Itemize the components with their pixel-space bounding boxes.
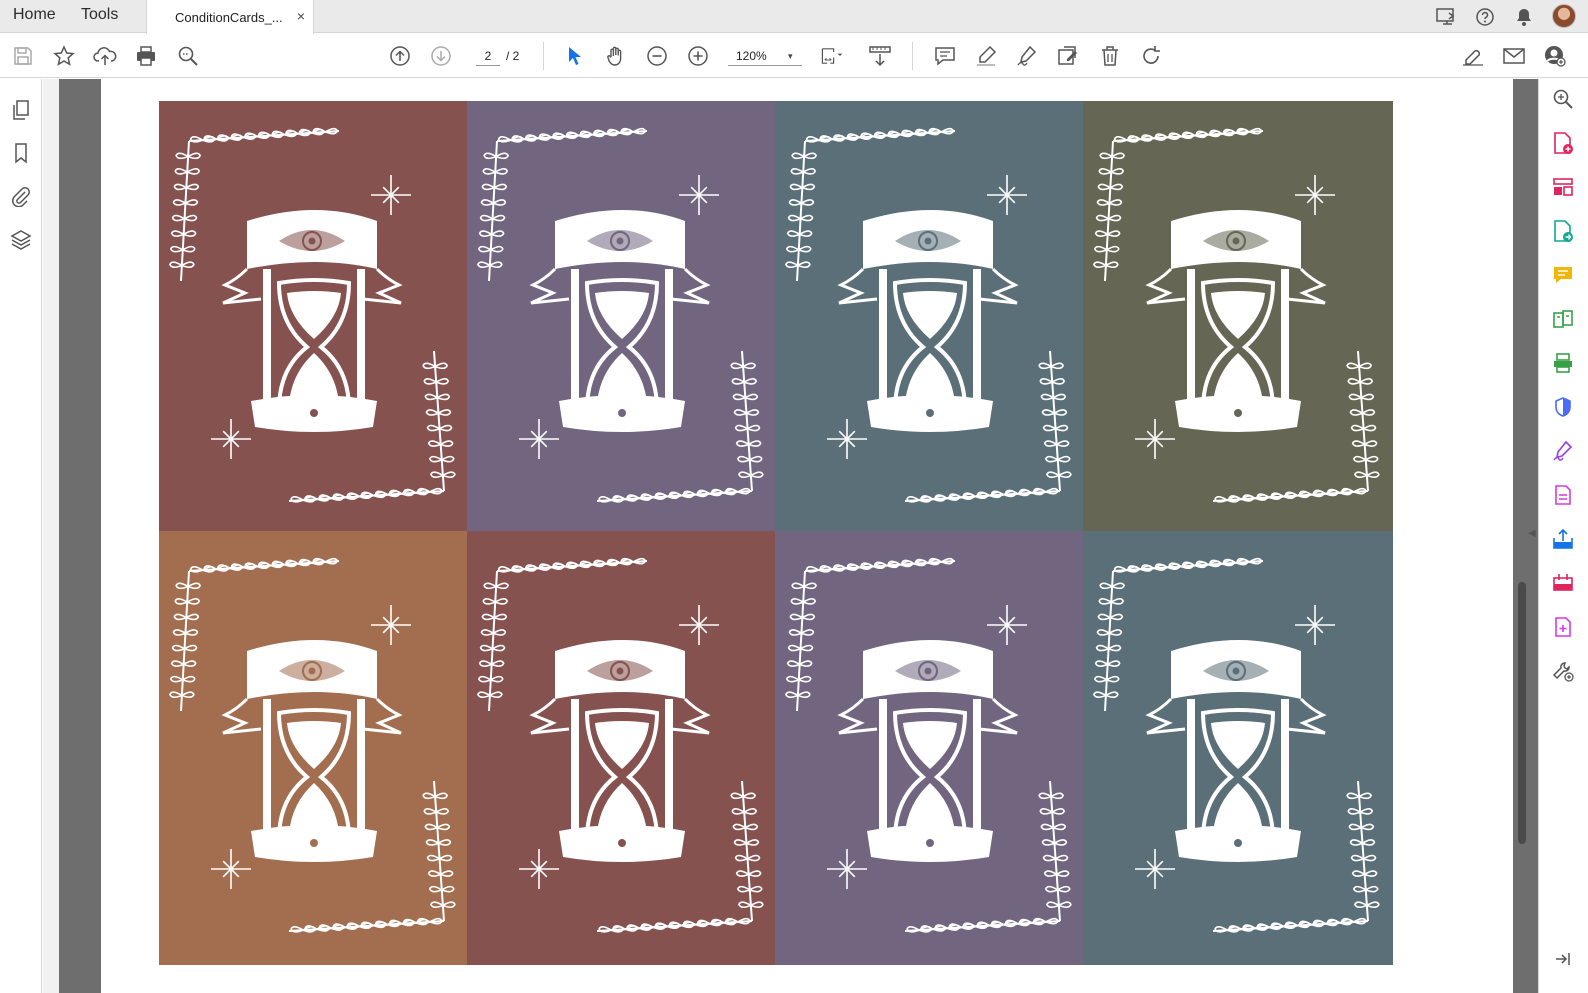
hourglass-eye-illustration <box>159 531 469 965</box>
top-tab-bar: Home Tools ConditionCards_... × <box>0 0 1588 34</box>
hourglass-eye-illustration <box>467 101 777 535</box>
tools-tab[interactable]: Tools <box>81 6 118 24</box>
main-toolbar: 2 / 2 120% ▾ <box>0 34 1588 78</box>
document-tab-label: ConditionCards_... <box>175 10 283 25</box>
export-pdf-icon[interactable] <box>1551 219 1575 243</box>
zoom-in-icon[interactable] <box>686 44 710 68</box>
account-icon[interactable] <box>1543 44 1567 68</box>
document-viewport[interactable] <box>43 79 1538 993</box>
condition-card <box>467 101 777 535</box>
condition-card <box>159 531 469 965</box>
pages-icon[interactable] <box>10 99 32 121</box>
document-tab[interactable]: ConditionCards_... × <box>146 0 314 34</box>
find-icon[interactable] <box>176 44 200 68</box>
sign-icon[interactable] <box>1015 44 1039 68</box>
bookmark-icon[interactable] <box>10 142 32 164</box>
page-down-icon[interactable] <box>429 44 453 68</box>
page-up-icon[interactable] <box>388 44 412 68</box>
zoom-dropdown-caret[interactable]: ▾ <box>788 46 793 66</box>
hourglass-eye-illustration <box>775 101 1085 535</box>
edit-pdf-tool-icon[interactable] <box>1551 483 1575 507</box>
bell-icon[interactable] <box>1513 6 1535 28</box>
left-navigation-rail <box>0 79 42 993</box>
save-icon[interactable] <box>11 44 35 68</box>
combine-icon[interactable] <box>1551 571 1575 595</box>
scrollbar-thumb[interactable] <box>1518 582 1526 844</box>
hourglass-eye-illustration <box>159 101 469 535</box>
hourglass-eye-illustration <box>1083 531 1393 965</box>
hand-icon[interactable] <box>604 44 628 68</box>
condition-card <box>159 101 469 535</box>
toolbar-divider <box>912 42 913 70</box>
left-panel-gutter <box>43 79 59 993</box>
page-total: / 2 <box>506 49 520 63</box>
cloud-upload-icon[interactable] <box>93 44 117 68</box>
delete-icon[interactable] <box>1098 44 1122 68</box>
edit-pdf-icon[interactable] <box>1056 44 1080 68</box>
acrobat-window: Home Tools ConditionCards_... × 2 / 2 12… <box>0 0 1588 993</box>
share-screen-icon[interactable] <box>1435 6 1457 28</box>
scan-icon[interactable] <box>1551 351 1575 375</box>
condition-card <box>467 531 777 965</box>
condition-card <box>1083 531 1393 965</box>
fill-sign-icon[interactable] <box>1551 439 1575 463</box>
attachment-icon[interactable] <box>10 185 32 207</box>
search-tools-icon[interactable] <box>1551 87 1575 111</box>
page-number-input[interactable]: 2 <box>476 46 500 66</box>
highlight-icon[interactable] <box>974 44 998 68</box>
comment-icon[interactable] <box>933 44 957 68</box>
more-tools-icon[interactable] <box>1551 615 1575 639</box>
hourglass-eye-illustration <box>1083 101 1393 535</box>
zoom-out-icon[interactable] <box>645 44 669 68</box>
toolbar-divider <box>543 42 544 70</box>
email-icon[interactable] <box>1502 44 1526 68</box>
compare-icon[interactable] <box>1551 307 1575 331</box>
right-tools-panel <box>1538 79 1588 993</box>
user-avatar[interactable] <box>1552 4 1576 28</box>
layers-icon[interactable] <box>10 229 32 251</box>
select-arrow-icon[interactable] <box>562 44 586 68</box>
hourglass-eye-illustration <box>467 531 777 965</box>
sign-share-icon[interactable] <box>1461 44 1485 68</box>
rotate-icon[interactable] <box>1139 44 1163 68</box>
organize-pages-icon[interactable] <box>1551 175 1575 199</box>
collapse-panel-icon[interactable] <box>1551 947 1575 971</box>
star-icon[interactable] <box>52 44 76 68</box>
share-icon[interactable] <box>1551 527 1575 551</box>
fit-page-icon[interactable] <box>820 44 844 68</box>
scroll-mode-icon[interactable] <box>868 44 892 68</box>
collapse-right-panel-icon[interactable]: ◀ <box>1528 528 1536 539</box>
home-tab[interactable]: Home <box>13 6 56 24</box>
help-icon[interactable] <box>1474 6 1496 28</box>
customize-icon[interactable] <box>1551 659 1575 683</box>
create-pdf-icon[interactable] <box>1551 131 1575 155</box>
close-tab-button[interactable]: × <box>297 8 305 24</box>
condition-card <box>775 531 1085 965</box>
protect-icon[interactable] <box>1551 395 1575 419</box>
pdf-page <box>101 79 1513 993</box>
condition-card <box>1083 101 1393 535</box>
condition-card <box>775 101 1085 535</box>
hourglass-eye-illustration <box>775 531 1085 965</box>
comment-tool-icon[interactable] <box>1551 263 1575 287</box>
print-icon[interactable] <box>134 44 158 68</box>
